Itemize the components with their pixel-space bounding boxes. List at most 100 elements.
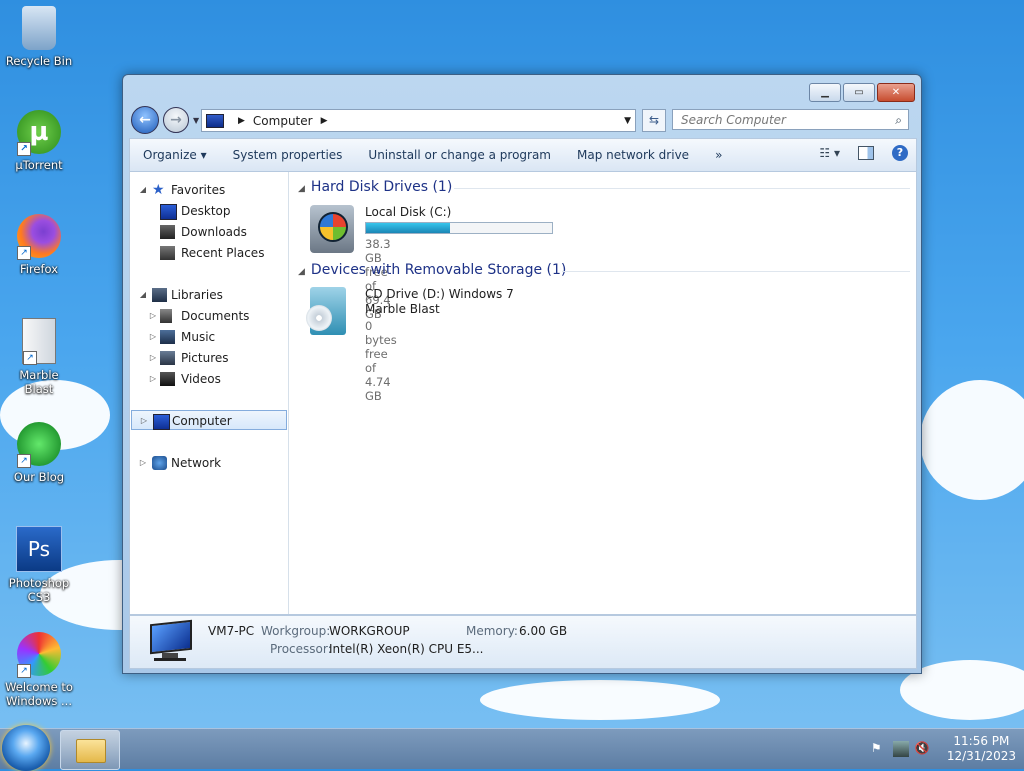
desktop-icon-label: Marble Blast <box>19 368 59 396</box>
star-icon: ★ <box>152 182 165 198</box>
collapsed-arrow-icon[interactable]: ▷ <box>148 348 158 368</box>
group-divider <box>562 271 910 272</box>
search-input[interactable]: Search Computer ⌕ <box>672 109 909 130</box>
group-header-removable-storage[interactable]: ◢ Devices with Removable Storage (1) <box>298 262 566 278</box>
desktop-icon-label: Photoshop CS3 <box>8 576 70 604</box>
blog-icon: ↗ <box>17 422 61 468</box>
view-controls: ☷ ▾ ? <box>819 145 908 161</box>
back-button[interactable]: ← <box>131 106 159 134</box>
navigation-pane: ◢ ★ Favorites Desktop Downloads Recent P… <box>130 172 289 614</box>
photoshop-icon: Ps <box>16 526 62 572</box>
start-button[interactable] <box>2 725 50 771</box>
memory-label: Memory: <box>466 624 518 638</box>
breadcrumb-separator-icon[interactable]: ▶ <box>321 116 328 126</box>
libraries-icon <box>152 288 167 302</box>
expanded-arrow-icon[interactable]: ◢ <box>138 285 148 305</box>
maximize-button[interactable]: ▭ <box>843 83 875 102</box>
uninstall-program-button[interactable]: Uninstall or change a program <box>355 148 564 162</box>
desktop-icon-label: Recycle Bin <box>5 54 73 68</box>
desktop-icon-welcome[interactable]: ↗ Welcome to Windows ... <box>4 632 74 708</box>
taskbar-explorer-button[interactable] <box>60 730 120 770</box>
nav-computer[interactable]: ▷ Computer <box>131 410 287 430</box>
processor-value: Intel(R) Xeon(R) CPU E5... <box>329 642 484 656</box>
breadcrumb-separator-icon[interactable]: ▶ <box>238 116 245 126</box>
desktop-icon-photoshop[interactable]: Ps Photoshop CS3 <box>4 526 74 604</box>
organize-button[interactable]: Organize ▾ <box>130 148 220 162</box>
desktop-icon-utorrent[interactable]: µ ↗ µTorrent <box>4 110 74 172</box>
expanded-arrow-icon[interactable]: ◢ <box>298 267 305 277</box>
computer-icon <box>206 113 224 128</box>
welcome-icon: ↗ <box>17 632 61 678</box>
disk-usage-fill <box>366 223 450 233</box>
cloud <box>480 680 720 720</box>
forward-button[interactable]: → <box>163 107 189 133</box>
address-bar[interactable]: ▶ Computer ▶ ▼ <box>201 109 636 132</box>
folder-icon <box>76 739 106 763</box>
desktop-icon-our-blog[interactable]: ↗ Our Blog <box>4 422 74 484</box>
expanded-arrow-icon[interactable]: ◢ <box>298 184 305 194</box>
preview-pane-icon[interactable] <box>858 146 874 160</box>
pictures-icon <box>160 351 175 365</box>
help-icon[interactable]: ? <box>892 145 908 161</box>
nav-pictures[interactable]: ▷ Pictures <box>130 348 288 368</box>
content-area: ◢ ★ Favorites Desktop Downloads Recent P… <box>129 171 917 615</box>
desktop-icon-label: Welcome to Windows ... <box>5 680 73 708</box>
recent-pages-dropdown-icon[interactable]: ▼ <box>193 116 199 125</box>
expanded-arrow-icon[interactable]: ◢ <box>138 180 148 200</box>
desktop-icon-label: Our Blog <box>13 470 65 484</box>
computer-monitor-icon <box>148 619 192 662</box>
clock[interactable]: 11:56 PM 12/31/2023 <box>947 734 1016 764</box>
nav-documents[interactable]: ▷ Documents <box>130 306 288 326</box>
firefox-icon: ↗ <box>17 214 61 260</box>
close-button[interactable]: ✕ <box>877 83 915 102</box>
downloads-folder-icon <box>160 225 175 239</box>
group-divider <box>454 188 910 189</box>
desktop-icon-marble-blast[interactable]: ↗ Marble Blast <box>4 318 74 396</box>
network-status-icon[interactable] <box>892 741 909 757</box>
nav-favorites[interactable]: ◢ ★ Favorites <box>130 180 288 200</box>
system-properties-button[interactable]: System properties <box>220 148 356 162</box>
volume-muted-icon[interactable]: 🔇 <box>915 741 931 757</box>
nav-recent-places[interactable]: Recent Places <box>130 243 288 263</box>
collapsed-arrow-icon[interactable]: ▷ <box>148 306 158 326</box>
system-tray: ⚑ 🔇 11:56 PM 12/31/2023 <box>871 729 1016 769</box>
address-dropdown-icon[interactable]: ▼ <box>624 116 631 126</box>
workgroup-value: WORKGROUP <box>329 624 410 638</box>
collapsed-arrow-icon[interactable]: ▷ <box>148 327 158 347</box>
pc-name: VM7-PC <box>208 624 255 638</box>
nav-downloads[interactable]: Downloads <box>130 222 288 242</box>
hard-drive-icon <box>310 205 354 253</box>
more-commands-button[interactable]: » <box>702 148 735 162</box>
nav-desktop[interactable]: Desktop <box>130 201 288 221</box>
network-icon <box>152 456 167 470</box>
computer-icon <box>153 414 170 430</box>
collapsed-arrow-icon[interactable]: ▷ <box>148 369 158 389</box>
command-bar: Organize ▾ System properties Uninstall o… <box>129 138 917 172</box>
collapsed-arrow-icon[interactable]: ▷ <box>139 411 149 431</box>
memory-value: 6.00 GB <box>519 624 568 638</box>
clock-date: 12/31/2023 <box>946 749 1016 763</box>
document-icon: ↗ <box>22 318 56 365</box>
search-icon[interactable]: ⌕ <box>895 110 902 131</box>
refresh-button[interactable]: ⇆ <box>642 109 666 132</box>
nav-music[interactable]: ▷ Music <box>130 327 288 347</box>
nav-videos[interactable]: ▷ Videos <box>130 369 288 389</box>
action-center-flag-icon[interactable]: ⚑ <box>871 741 887 757</box>
explorer-window[interactable]: ▁ ▭ ✕ ← → ▼ ▶ Computer ▶ ▼ ⇆ Search Comp… <box>122 74 922 674</box>
desktop-icon-recycle-bin[interactable]: Recycle Bin <box>4 6 74 68</box>
collapsed-arrow-icon[interactable]: ▷ <box>138 453 148 473</box>
music-icon <box>160 330 175 344</box>
minimize-button[interactable]: ▁ <box>809 83 841 102</box>
documents-icon <box>160 309 172 323</box>
nav-network[interactable]: ▷ Network <box>130 453 288 473</box>
utorrent-icon: µ ↗ <box>17 110 61 156</box>
recent-places-icon <box>160 246 175 260</box>
nav-libraries[interactable]: ◢ Libraries <box>130 285 288 305</box>
cd-drive-icon <box>306 287 346 335</box>
map-network-drive-button[interactable]: Map network drive <box>564 148 702 162</box>
change-view-icon[interactable]: ☷ ▾ <box>819 146 840 160</box>
group-header-hard-disk-drives[interactable]: ◢ Hard Disk Drives (1) <box>298 179 452 195</box>
breadcrumb-computer[interactable]: Computer <box>253 114 313 128</box>
processor-label: Processor: <box>270 642 332 656</box>
desktop-icon-firefox[interactable]: ↗ Firefox <box>4 214 74 276</box>
